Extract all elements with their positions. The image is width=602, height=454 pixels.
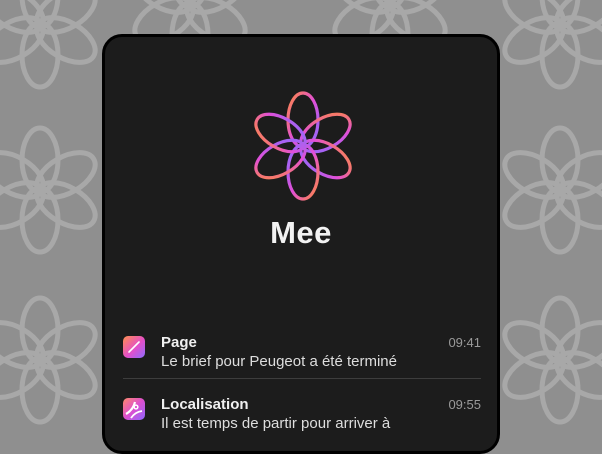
notification-title: Localisation (161, 396, 249, 413)
notification-item[interactable]: Page Le brief pour Peugeot a été terminé… (123, 332, 481, 378)
mee-logo-icon (254, 91, 352, 201)
notification-title: Page (161, 334, 197, 351)
notification-time: 09:41 (448, 335, 481, 350)
divider (123, 378, 481, 379)
phone-screen: Mee Page Le brief pour Peugeot a été ter… (102, 34, 500, 454)
notification-body: Il est temps de partir pour arriver à (161, 415, 391, 432)
page-icon (123, 336, 145, 358)
notification-body: Le brief pour Peugeot a été terminé (161, 353, 397, 370)
app-title: Mee (270, 215, 332, 250)
map-icon (123, 398, 145, 420)
notification-time: 09:55 (448, 397, 481, 412)
notification-item[interactable]: Localisation Il est temps de partir pour… (123, 394, 481, 440)
